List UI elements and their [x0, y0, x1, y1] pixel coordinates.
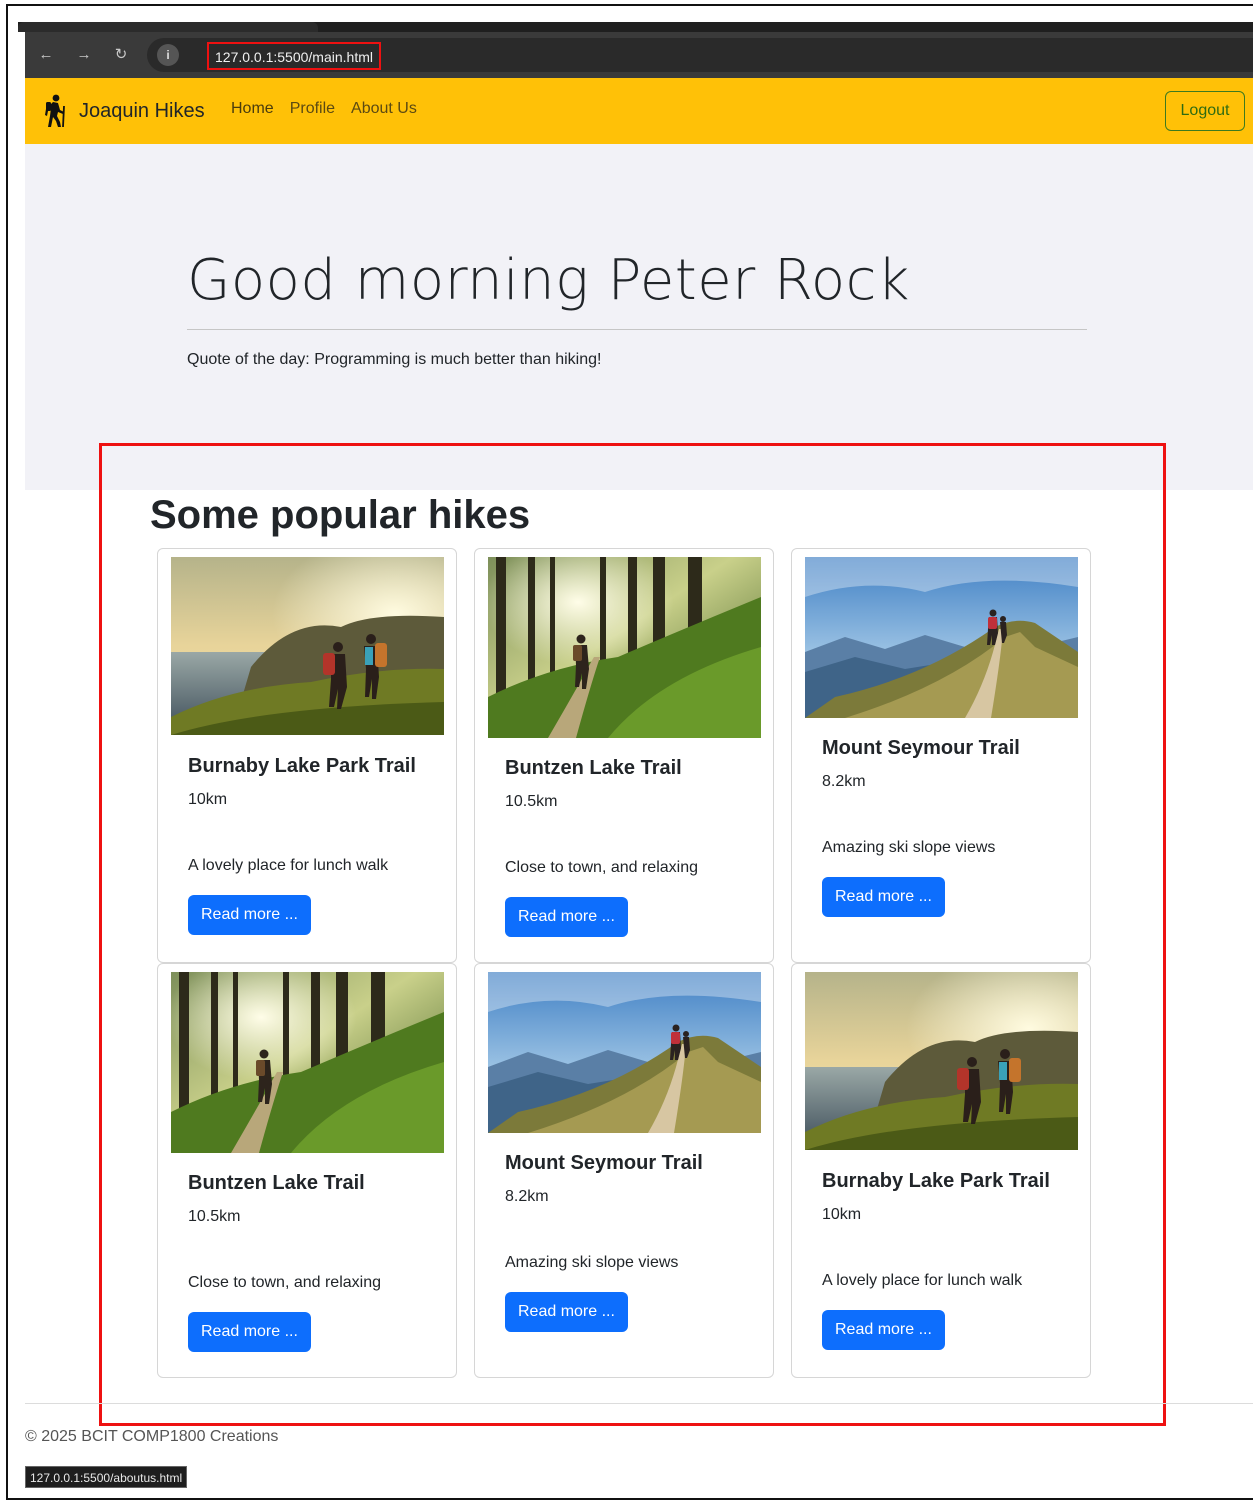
quote-of-the-day: Quote of the day: Programming is much be…: [187, 351, 602, 368]
hike-card: Buntzen Lake Trail 10.5km Close to town, a…: [474, 548, 774, 963]
section-title: Some popular hikes: [150, 493, 531, 537]
read-more-button[interactable]: Read more ...: [505, 1292, 628, 1332]
hike-description: Amazing ski slope views: [822, 839, 996, 856]
nav-link-home[interactable]: Home: [231, 100, 274, 118]
hike-card: Mount Seymour Trail 8.2km Amazing ski slop…: [791, 548, 1091, 963]
browser-tab[interactable]: [18, 22, 318, 32]
hike-title: Buntzen Lake Trail: [188, 1172, 365, 1194]
hike-title: Burnaby Lake Park Trail: [188, 755, 416, 777]
brand-link[interactable]: Joaquin Hikes: [41, 94, 205, 128]
hike-card: Burnaby Lake Park Trail 10km A lovely plac…: [791, 963, 1091, 1378]
read-more-button[interactable]: Read more ...: [188, 895, 311, 935]
hike-title: Mount Seymour Trail: [505, 1152, 703, 1174]
site-info-icon[interactable]: i: [157, 44, 179, 66]
reload-icon[interactable]: ↻: [110, 44, 132, 66]
hike-length: 8.2km: [505, 1188, 549, 1205]
hike-description: Close to town, and relaxing: [505, 859, 698, 876]
hero-section: Good morning Peter Rock Quote of the day…: [25, 144, 1253, 490]
logout-button[interactable]: Logout: [1165, 91, 1245, 131]
nav-links: Home Profile About Us: [231, 100, 417, 118]
hike-length: 8.2km: [822, 773, 866, 790]
footer-divider: [25, 1403, 1253, 1404]
greeting-title: Good morning Peter Rock: [187, 248, 910, 313]
hike-photo: [805, 972, 1078, 1150]
address-url[interactable]: 127.0.0.1:5500/main.html: [207, 42, 381, 70]
hike-length: 10km: [188, 791, 228, 808]
hike-card: Burnaby Lake Park Trail 10km A lovely plac…: [157, 548, 457, 963]
hike-title: Burnaby Lake Park Trail: [822, 1170, 1050, 1192]
brand-name: Joaquin Hikes: [79, 99, 205, 122]
read-more-button[interactable]: Read more ...: [188, 1312, 311, 1352]
read-more-button[interactable]: Read more ...: [822, 1310, 945, 1350]
hike-photo: [488, 557, 761, 738]
hike-photo: [805, 557, 1078, 718]
browser-toolbar: ← → ↻ i 127.0.0.1:5500/main.html: [25, 32, 1253, 78]
hike-description: A lovely place for lunch walk: [188, 857, 389, 874]
status-bar-url: 127.0.0.1:5500/aboutus.html: [25, 1466, 188, 1488]
hero-divider: [187, 329, 1087, 330]
back-arrow-icon[interactable]: ←: [35, 44, 57, 66]
hike-photo: [171, 557, 444, 735]
read-more-button[interactable]: Read more ...: [822, 877, 945, 917]
hike-photo: [488, 972, 761, 1133]
footer-copyright: © 2025 BCIT COMP1800 Creations: [25, 1428, 279, 1445]
hike-description: Close to town, and relaxing: [188, 1274, 381, 1291]
hike-title: Mount Seymour Trail: [822, 737, 1020, 759]
hike-length: 10.5km: [188, 1208, 241, 1225]
hike-title: Buntzen Lake Trail: [505, 757, 682, 779]
hike-description: A lovely place for lunch walk: [822, 1272, 1023, 1289]
forward-arrow-icon[interactable]: →: [73, 44, 95, 66]
nav-link-about-us[interactable]: About Us: [351, 100, 417, 118]
hike-photo: [171, 972, 444, 1153]
browser-tab-strip: [18, 22, 1253, 32]
read-more-button[interactable]: Read more ...: [505, 897, 628, 937]
navbar: Joaquin Hikes Home Profile About Us Logo…: [25, 78, 1253, 144]
hike-length: 10.5km: [505, 793, 558, 810]
nav-link-profile[interactable]: Profile: [290, 100, 335, 118]
hike-length: 10km: [822, 1206, 862, 1223]
hike-card: Buntzen Lake Trail 10.5km Close to town, a…: [157, 963, 457, 1378]
hike-card: Mount Seymour Trail 8.2km Amazing ski slop…: [474, 963, 774, 1378]
hike-description: Amazing ski slope views: [505, 1254, 679, 1271]
hiker-icon: [45, 94, 65, 128]
